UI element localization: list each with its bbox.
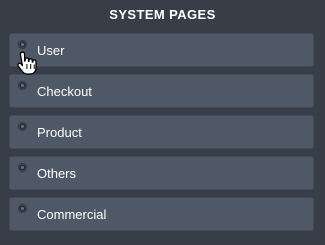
list-item-checkout[interactable]: Checkout (9, 74, 314, 108)
list-item-label: Product (37, 125, 82, 140)
bullet-icon (18, 204, 27, 213)
list-item-label: Others (37, 166, 77, 181)
system-pages-list: User Checkout Product Others Commercial (9, 33, 314, 238)
system-pages-panel: SYSTEM PAGES User Checkout Product Other… (0, 0, 325, 245)
list-item-product[interactable]: Product (9, 115, 314, 149)
list-item-user[interactable]: User (9, 33, 314, 67)
list-item-label: Checkout (37, 84, 92, 99)
bullet-icon (18, 122, 27, 131)
list-item-label: User (37, 43, 65, 58)
bullet-icon (18, 40, 27, 49)
list-item-commercial[interactable]: Commercial (9, 197, 314, 231)
list-item-label: Commercial (37, 207, 107, 222)
panel-title: SYSTEM PAGES (109, 7, 216, 22)
list-item-others[interactable]: Others (9, 156, 314, 190)
bullet-icon (18, 81, 27, 90)
bullet-icon (18, 163, 27, 172)
